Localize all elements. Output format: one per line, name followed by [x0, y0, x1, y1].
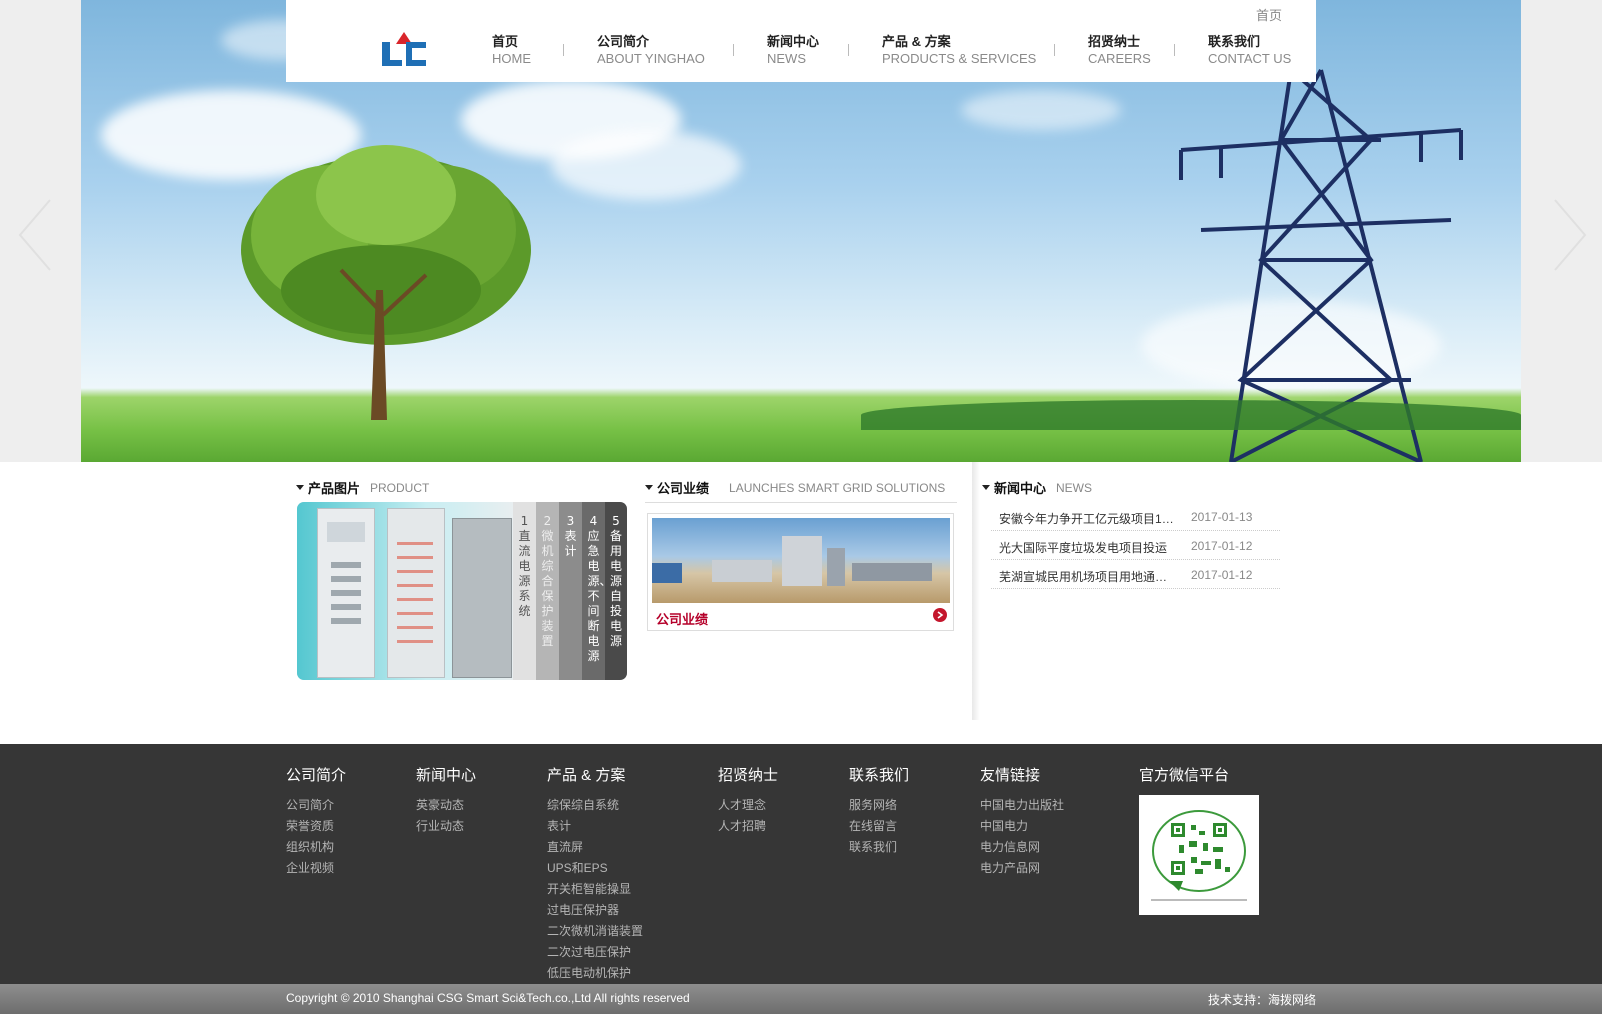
- nav-separator: [1054, 44, 1055, 56]
- copyright-bar: [0, 984, 1602, 1014]
- footer-link[interactable]: 表计: [547, 816, 643, 837]
- nav-about[interactable]: 公司简介 ABOUT YINGHAO: [597, 34, 705, 68]
- prev-slide-arrow[interactable]: [10, 195, 60, 275]
- footer-link[interactable]: 联系我们: [849, 837, 909, 858]
- product-tab-2[interactable]: 2 微机综合保护装置: [536, 502, 559, 680]
- tree-illustration: [241, 145, 531, 420]
- product-section-title: 产品图片 PRODUCT: [296, 478, 429, 497]
- footer-col-wechat: 官方微信平台: [1139, 764, 1259, 915]
- top-home-link[interactable]: 首页: [1256, 5, 1282, 24]
- footer-col-about: 公司简介 公司简介 荣誉资质 组织机构 企业视频: [286, 764, 346, 879]
- footer-link[interactable]: 开关柜智能操显: [547, 879, 643, 900]
- footer-link[interactable]: 行业动态: [416, 816, 476, 837]
- footer-link[interactable]: 二次过电压保护: [547, 942, 643, 963]
- footer-link[interactable]: 二次微机消谐装置: [547, 921, 643, 942]
- footer-col-links: 友情链接 中国电力出版社 中国电力 电力信息网 电力产品网: [980, 764, 1064, 879]
- copyright-text: Copyright © 2010 Shanghai CSG Smart Sci&…: [286, 991, 690, 1005]
- next-slide-arrow[interactable]: [1545, 195, 1595, 275]
- footer-link[interactable]: 过电压保护器: [547, 900, 643, 921]
- footer-link[interactable]: 人才理念: [718, 795, 778, 816]
- performance-image: [652, 518, 950, 603]
- triangle-down-icon: [645, 485, 653, 490]
- news-item[interactable]: 安徽今年力争开工亿元级项目1000个 2017-01-13: [991, 502, 1280, 531]
- company-logo[interactable]: [382, 30, 430, 68]
- footer-col-careers: 招贤纳士 人才理念 人才招聘: [718, 764, 778, 837]
- footer-link[interactable]: 中国电力出版社: [980, 795, 1064, 816]
- footer-link[interactable]: 荣誉资质: [286, 816, 346, 837]
- footer-link[interactable]: 公司简介: [286, 795, 346, 816]
- product-accordion: 1 直流电源系统 2 微机综合保护装置 3 表计 4 应急电源、不间断电源 5 备用电源自…: [297, 502, 627, 680]
- nav-contact[interactable]: 联系我们 CONTACT US: [1208, 34, 1291, 68]
- news-item[interactable]: 芜湖宣城民用机场项目用地通过审批 2017-01-12: [991, 560, 1280, 589]
- nav-separator: [1174, 44, 1175, 56]
- footer-link[interactable]: 在线留言: [849, 816, 909, 837]
- product-image: [297, 502, 513, 680]
- footer: [0, 744, 1602, 984]
- nav-separator: [733, 44, 734, 56]
- qr-code-icon: [1151, 810, 1247, 901]
- footer-col-news: 新闻中心 英豪动态 行业动态: [416, 764, 476, 837]
- column-divider: [972, 462, 980, 720]
- tech-support-link[interactable]: 技术支持：海拨网络: [1208, 991, 1316, 1008]
- footer-link[interactable]: 电力信息网: [980, 837, 1064, 858]
- news-section-title: 新闻中心 NEWS: [982, 478, 1092, 497]
- arrow-right-circle-icon[interactable]: [933, 608, 947, 622]
- footer-link[interactable]: 组织机构: [286, 837, 346, 858]
- nav-news[interactable]: 新闻中心 NEWS: [767, 34, 819, 68]
- footer-link[interactable]: 英豪动态: [416, 795, 476, 816]
- triangle-down-icon: [982, 485, 990, 490]
- product-tab-5[interactable]: 5 备用电源自投电源: [605, 502, 627, 680]
- nav-products[interactable]: 产品 & 方案 PRODUCTS & SERVICES: [882, 34, 1036, 68]
- performance-card[interactable]: 公司业绩: [647, 513, 954, 631]
- footer-link[interactable]: 中国电力: [980, 816, 1064, 837]
- footer-link[interactable]: UPS和EPS: [547, 858, 643, 879]
- triangle-down-icon: [296, 485, 304, 490]
- footer-link[interactable]: 服务网络: [849, 795, 909, 816]
- product-tab-3[interactable]: 3 表计: [559, 502, 582, 680]
- footer-link[interactable]: 综保综自系统: [547, 795, 643, 816]
- performance-caption: 公司业绩: [656, 612, 709, 627]
- footer-link[interactable]: 电力产品网: [980, 858, 1064, 879]
- performance-section-title: 公司业绩 LAUNCHES SMART GRID SOLUTIONS: [645, 478, 945, 497]
- footer-col-products: 产品 & 方案 综保综自系统 表计 直流屏 UPS和EPS 开关柜智能操显 过电…: [547, 764, 643, 984]
- footer-link[interactable]: 直流屏: [547, 837, 643, 858]
- footer-link[interactable]: 企业视频: [286, 858, 346, 879]
- nav-home[interactable]: 首页 HOME: [492, 34, 531, 68]
- footer-link[interactable]: 人才招聘: [718, 816, 778, 837]
- nav-separator: [563, 44, 564, 56]
- product-tab-1[interactable]: 1 直流电源系统: [513, 502, 536, 680]
- footer-col-contact: 联系我们 服务网络 在线留言 联系我们: [849, 764, 909, 858]
- nav-separator: [848, 44, 849, 56]
- divider: [645, 502, 957, 503]
- nav-careers[interactable]: 招贤纳士 CAREERS: [1088, 34, 1151, 68]
- footer-link[interactable]: 低压电动机保护: [547, 963, 643, 984]
- news-item[interactable]: 光大国际平度垃圾发电项目投运 2017-01-12: [991, 531, 1280, 560]
- product-tab-4[interactable]: 4 应急电源、不间断电源: [582, 502, 612, 680]
- wechat-qr-code: [1139, 795, 1259, 915]
